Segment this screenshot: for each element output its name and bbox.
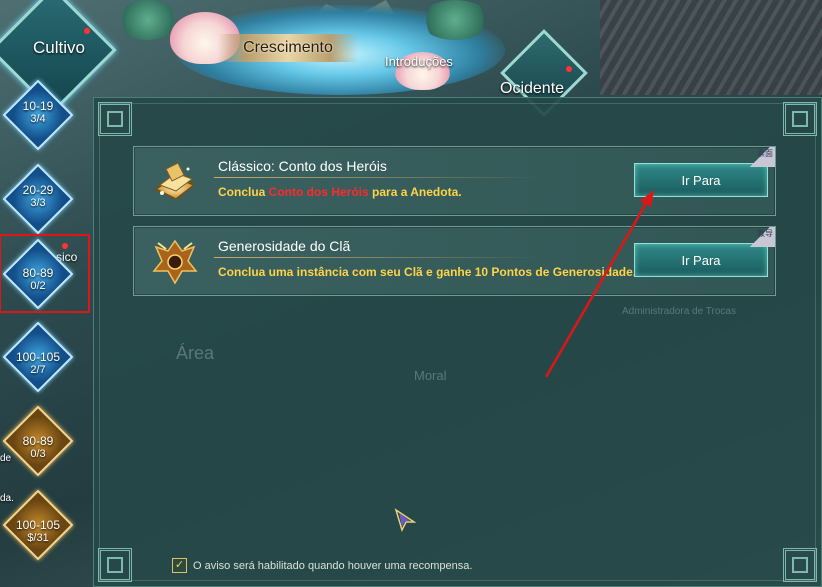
side-fragment: da.: [0, 493, 14, 504]
footer-text: O aviso será habilitado quando houver um…: [193, 559, 473, 572]
corner-knot-icon: [98, 548, 132, 582]
cursor-icon: [394, 508, 417, 532]
divider: [214, 257, 544, 258]
annotation-highlight-box: [0, 234, 90, 313]
footer-notice: ✓ O aviso será habilitado quando houver …: [172, 558, 472, 573]
task-tag-badge: 乘面: [745, 147, 775, 167]
background-label-area: Área: [176, 343, 215, 363]
background-roof: [600, 0, 822, 95]
lotus-leaf: [118, 0, 178, 40]
task-tag-badge: 教导: [745, 227, 775, 247]
level-item[interactable]: 80-89 0/3: [1, 434, 75, 460]
task-title: Generosidade do Clã: [218, 238, 351, 254]
level-item[interactable]: 100-105 2/7: [1, 350, 75, 376]
tab-ocidente[interactable]: Ocidente: [500, 80, 564, 98]
corner-knot-icon: [783, 548, 817, 582]
task-title: Clássico: Conto dos Heróis: [218, 158, 387, 174]
task-highlight-link[interactable]: Conto dos Heróis: [269, 185, 369, 199]
tab-introducoes[interactable]: Introduções: [385, 54, 453, 69]
corner-knot-icon: [98, 102, 132, 136]
book-icon: [154, 162, 196, 200]
level-item[interactable]: 10-19 3/4: [1, 99, 75, 125]
go-button[interactable]: Ir Para: [634, 163, 768, 197]
reward-notice-checkbox[interactable]: ✓: [172, 558, 187, 573]
tab-crescimento[interactable]: Crescimento: [218, 34, 358, 62]
go-button[interactable]: Ir Para: [634, 243, 768, 277]
tab-cultivo[interactable]: Cultivo: [0, 38, 118, 58]
clan-crest-icon: [152, 239, 198, 285]
task-description: Conclua Conto dos Heróis para a Anedota.: [218, 185, 462, 199]
task-card: Clássico: Conto dos Heróis Conclua Conto…: [133, 146, 776, 216]
background-label-admin: Administradora de Trocas: [622, 306, 736, 317]
task-card: Generosidade do Clã Conclua uma instânci…: [133, 226, 776, 296]
task-description: Conclua uma instância com seu Clã e ganh…: [218, 265, 637, 279]
background-label-moral: Moral: [414, 368, 447, 383]
level-item[interactable]: 100-105 $/31: [1, 518, 75, 544]
level-item[interactable]: 20-29 3/3: [1, 183, 75, 209]
notification-dot: [84, 28, 90, 34]
divider: [214, 177, 544, 178]
lotus-leaf: [420, 0, 490, 40]
corner-knot-icon: [783, 102, 817, 136]
side-fragment: de: [0, 453, 12, 464]
notification-dot: [566, 66, 572, 72]
